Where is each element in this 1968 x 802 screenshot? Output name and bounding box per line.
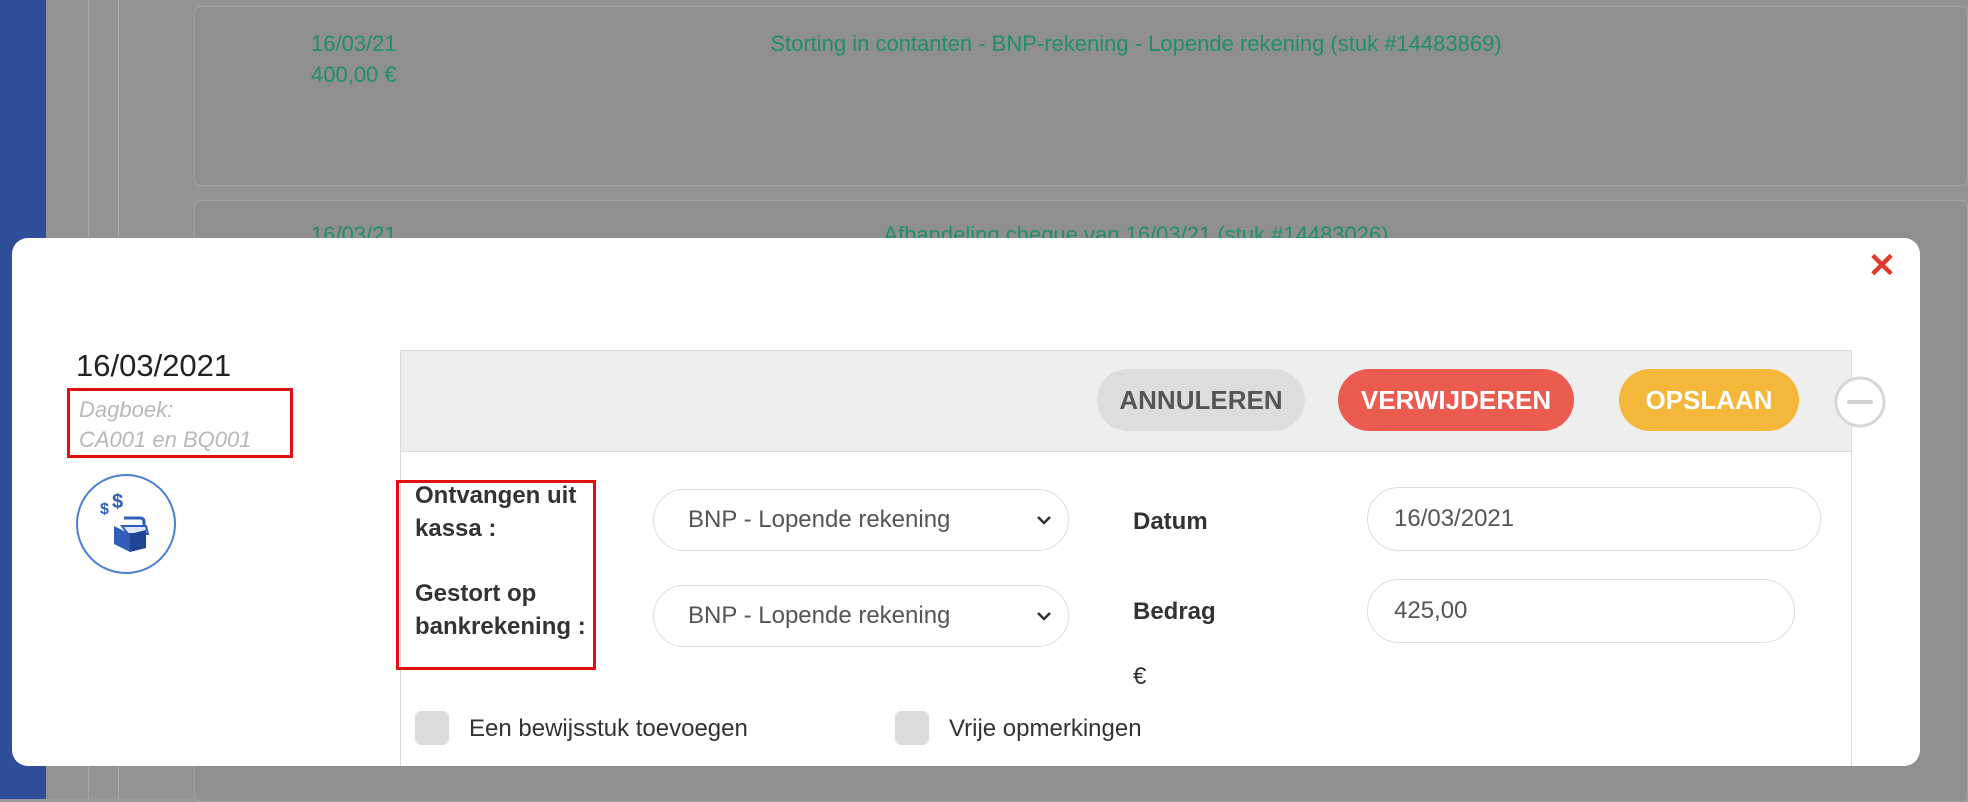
- date-input[interactable]: [1367, 487, 1821, 551]
- journal-value: CA001 en BQ001: [79, 427, 252, 452]
- attach-receipt-label: Een bewijsstuk toevoegen: [469, 715, 748, 742]
- edit-transfer-modal: ✕ 16/03/2021 Dagboek: CA001 en BQ001 $ $…: [12, 238, 1920, 766]
- close-icon[interactable]: ✕: [1866, 249, 1898, 283]
- svg-text:$: $: [112, 492, 123, 513]
- attach-receipt-checkbox[interactable]: [415, 711, 449, 745]
- entry-card[interactable]: 16/03/21 400,00 € Storting in contanten …: [194, 6, 1968, 186]
- labels-highlight: [396, 480, 596, 670]
- currency-symbol: €: [1133, 663, 1147, 690]
- to-bank-select[interactable]: BNP - Lopende rekening: [653, 585, 1069, 647]
- remarks-checkbox[interactable]: [895, 711, 929, 745]
- minus-circle-icon[interactable]: [1832, 374, 1888, 430]
- entry-description: Storting in contanten - BNP-rekening - L…: [770, 31, 1502, 56]
- remarks-label: Vrije opmerkingen: [949, 715, 1142, 742]
- chevron-down-icon: [1037, 516, 1051, 525]
- form-toolbar: ANNULEREN VERWIJDEREN OPSLAAN: [401, 351, 1851, 452]
- transfer-form: ANNULEREN VERWIJDEREN OPSLAAN Ontvangen …: [400, 350, 1852, 766]
- modal-date: 16/03/2021: [76, 348, 232, 383]
- chevron-down-icon: [1037, 612, 1051, 621]
- date-label: Datum: [1133, 508, 1208, 535]
- journal-label: Dagboek:: [79, 397, 174, 422]
- from-cash-value: BNP - Lopende rekening: [688, 506, 951, 533]
- cancel-button[interactable]: ANNULEREN: [1097, 369, 1305, 431]
- save-button[interactable]: OPSLAAN: [1619, 369, 1799, 431]
- cash-deposit-icon: $ $: [76, 474, 176, 574]
- amount-input[interactable]: [1367, 579, 1795, 643]
- from-cash-select[interactable]: BNP - Lopende rekening: [653, 489, 1069, 551]
- journal-highlight: Dagboek: CA001 en BQ001: [67, 388, 293, 458]
- delete-button[interactable]: VERWIJDEREN: [1338, 369, 1574, 431]
- amount-label: Bedrag: [1133, 598, 1216, 625]
- to-bank-value: BNP - Lopende rekening: [688, 602, 951, 629]
- svg-text:$: $: [100, 501, 109, 518]
- entry-amount: 400,00 €: [311, 62, 397, 87]
